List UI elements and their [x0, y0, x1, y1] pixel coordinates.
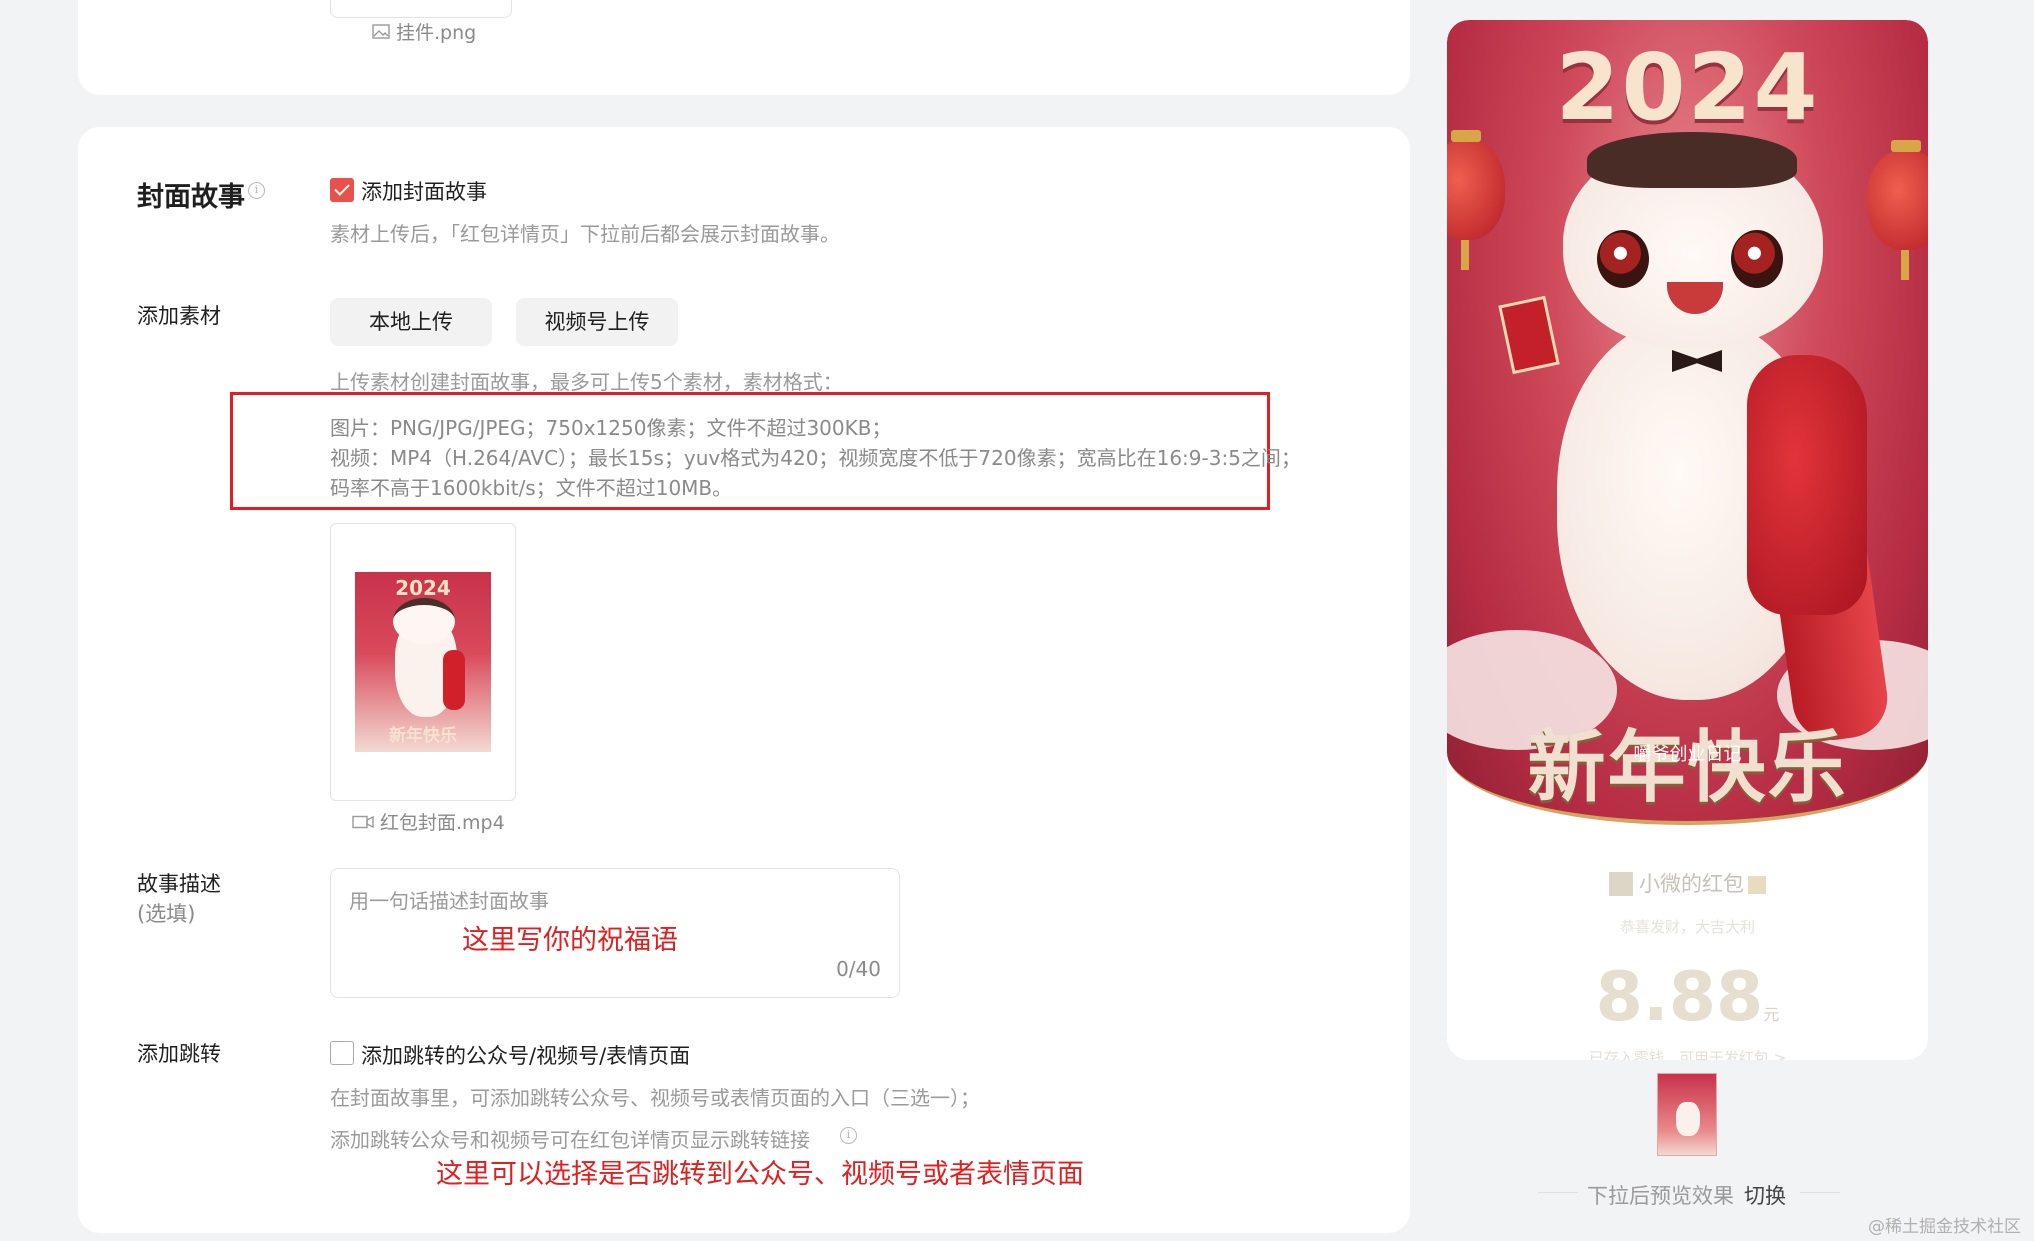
spec-video-line: 视频：MP4（H.264/AVC）；最长15s；yuv格式为420；视频宽度不低…: [330, 446, 1301, 470]
mini-dragon-head: [393, 598, 455, 644]
sender-badge-icon: [1748, 876, 1766, 894]
mini-poster-image: 2024 新年快乐: [355, 572, 491, 752]
cover-story-label: 封面故事: [137, 182, 245, 213]
lantern-right: [1867, 140, 1928, 280]
add-jump-label: 添加跳转: [137, 1042, 221, 1066]
dragon-eye-left: [1597, 230, 1649, 288]
stored-note: 已存入零钱，可用于发红包 >: [1588, 1049, 1787, 1060]
pendant-file-caption: 挂件.png: [372, 18, 476, 45]
sender-line: 小微的红包: [1447, 868, 1928, 898]
cover-poster: 2024 新年快乐 嚼爷创业日记: [1447, 20, 1928, 825]
blessing-annotation: 这里写你的祝福语: [462, 925, 678, 956]
mini-poster-text: 新年快乐: [389, 726, 457, 746]
cover-story-card: [78, 127, 1410, 1233]
video-file-name: 红包封面.mp4: [380, 812, 505, 834]
preview-footer-label: 下拉后预览效果: [1587, 1184, 1734, 1208]
add-jump-checkbox-label[interactable]: 添加跳转的公众号/视频号/表情页面: [361, 1040, 690, 1070]
story-desc-counter: 0/40: [836, 957, 881, 981]
info-icon[interactable]: i: [248, 182, 265, 199]
sender-name: 小微的红包: [1639, 872, 1744, 896]
spec-image-line: 图片：PNG/JPG/JPEG；750x1250像素；文件不超过300KB；: [330, 416, 892, 440]
video-material-thumbnail[interactable]: 2024 新年快乐: [330, 523, 516, 801]
channels-upload-button[interactable]: 视频号上传: [516, 298, 678, 346]
pendant-file-name: 挂件.png: [396, 22, 477, 44]
spec-bitrate-line: 码率不高于1600kbit/s；文件不超过10MB。: [330, 476, 733, 500]
add-material-label: 添加素材: [137, 304, 221, 328]
amount-value: 8.88: [1595, 958, 1764, 1037]
lantern-left: [1447, 130, 1505, 270]
blessing-text: 恭喜发财，大吉大利: [1619, 918, 1755, 936]
story-desc-label: 故事描述: [137, 872, 221, 896]
amount-currency: 元: [1763, 1005, 1780, 1024]
pendant-card: 挂件.png: [78, 0, 1410, 95]
add-jump-hint-1: 在封面故事里，可添加跳转公众号、视频号或表情页面的入口（三选一）；: [330, 1086, 980, 1110]
video-file-caption: 红包封面.mp4: [352, 808, 505, 835]
jump-annotation: 这里可以选择是否跳转到公众号、视频号或者表情页面: [436, 1159, 1084, 1190]
video-icon: [352, 815, 374, 828]
local-upload-button[interactable]: 本地上传: [330, 298, 492, 346]
switch-link[interactable]: 切换: [1744, 1180, 1786, 1210]
preview-switch-thumbnail[interactable]: [1657, 1073, 1717, 1156]
add-cover-story-label[interactable]: 添加封面故事: [361, 176, 487, 206]
image-icon: [372, 24, 390, 39]
jump-info-icon[interactable]: i: [840, 1127, 857, 1144]
poster-year: 2024: [1555, 34, 1820, 141]
held-red-card: [1498, 295, 1560, 375]
mini-dragon-arm: [443, 650, 465, 710]
footer-divider-right: [1800, 1192, 1840, 1193]
poster-watermark: 嚼爷创业日记: [1633, 744, 1742, 765]
story-desc-optional: (选填): [137, 902, 196, 926]
mini-poster-year: 2024: [395, 576, 451, 600]
amount-display: 8.88元: [1447, 958, 1928, 1037]
cover-story-hint: 素材上传后，「红包详情页」下拉前后都会展示封面故事。: [330, 222, 840, 246]
site-watermark: @稀土掘金技术社区: [1868, 1217, 2021, 1237]
add-cover-story-checkbox[interactable]: [330, 178, 354, 202]
dragon-eye-right: [1731, 230, 1783, 288]
story-desc-placeholder: 用一句话描述封面故事: [349, 889, 549, 913]
add-jump-checkbox[interactable]: [330, 1041, 354, 1065]
footer-divider-left: [1538, 1192, 1578, 1193]
pendant-thumbnail[interactable]: [330, 0, 512, 18]
add-jump-hint-2: 添加跳转公众号和视频号可在红包详情页显示跳转链接: [330, 1128, 810, 1152]
red-packet-preview: 2024 新年快乐 嚼爷创业日记 小微的红包 恭喜发财，大吉大利 8.88元 已…: [1447, 20, 1928, 1060]
thumb-dragon: [1676, 1102, 1700, 1136]
dragon-arm: [1747, 355, 1867, 615]
material-intro-hint: 上传素材创建封面故事，最多可上传5个素材，素材格式：: [330, 370, 843, 394]
sender-avatar: [1609, 872, 1633, 896]
